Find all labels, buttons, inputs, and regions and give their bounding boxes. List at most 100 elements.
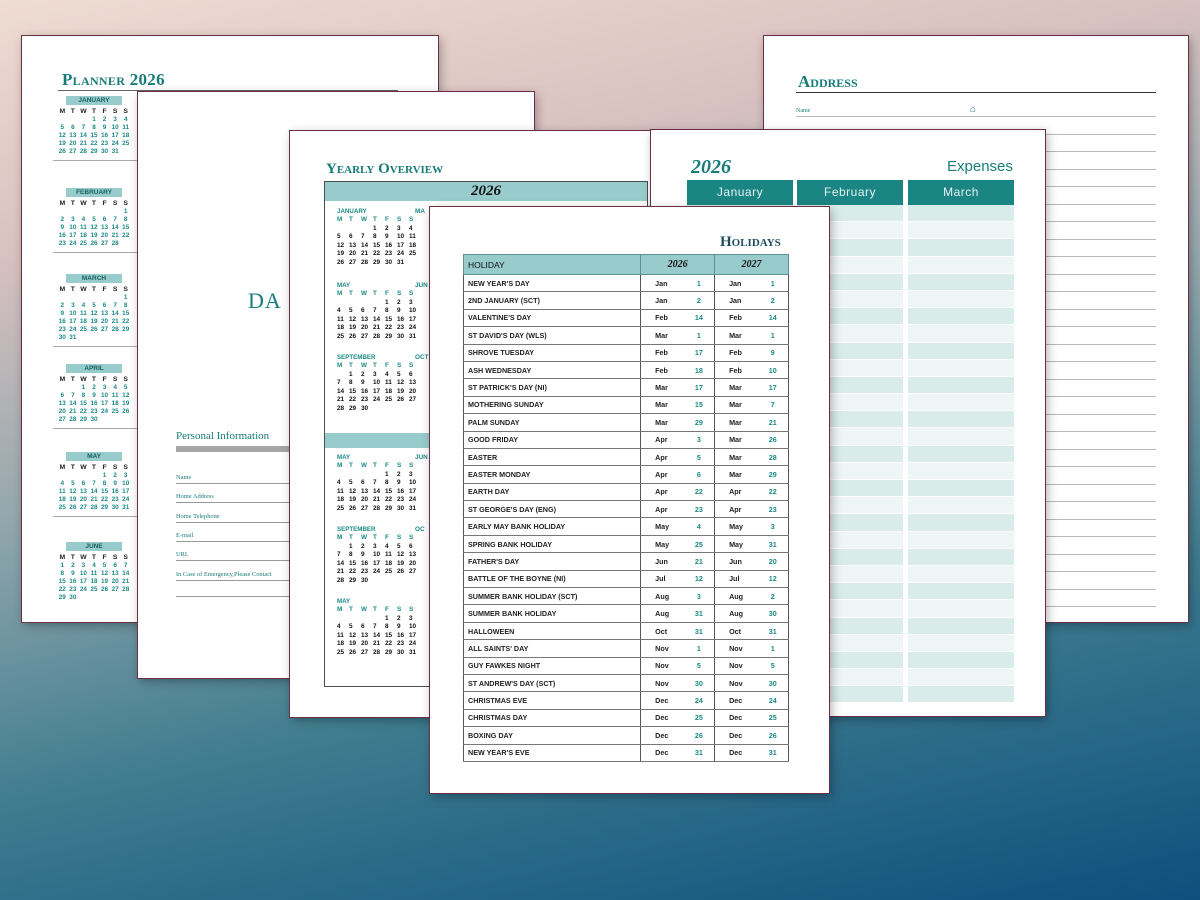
yearly-month-name: MAY — [337, 454, 351, 461]
expense-cell[interactable] — [908, 411, 1014, 429]
yearly-month-grid: M T W T F S S 1 2 3 4 5 6 7 8 9 10 11 12 13 14 15 16 17 18 19 20 21… — [337, 462, 421, 512]
day-2026: 31 — [683, 744, 715, 762]
day-number: 9 — [92, 392, 96, 399]
day-2026: 25 — [683, 535, 715, 554]
day-number: 23 — [397, 324, 405, 331]
expense-cell[interactable] — [908, 497, 1014, 515]
expense-cell[interactable] — [908, 583, 1014, 601]
weekday-label: M — [337, 216, 343, 223]
planner-month: FEBRUARY M T W T F S S 1 2 3 4 5 6 7 8 9 10 11 12 13 14 15 16 17… — [53, 188, 137, 253]
expense-cell[interactable] — [908, 428, 1014, 446]
blank-day — [68, 116, 79, 123]
weekday-label: S — [112, 376, 118, 383]
yearly-title: Yearly Overview — [326, 161, 444, 177]
day-number: 2 — [113, 472, 117, 479]
day-number: 23 — [90, 408, 98, 415]
expense-cell[interactable] — [908, 342, 1014, 360]
day-number: 15 — [122, 224, 130, 231]
day-number: 7 — [361, 233, 365, 240]
expense-cell[interactable] — [908, 651, 1014, 670]
day-number: 20 — [101, 318, 109, 325]
weekday-label: M — [59, 376, 66, 383]
day-number: 11 — [409, 233, 416, 240]
blank-day — [89, 472, 100, 479]
month-2026: Jan — [640, 274, 684, 293]
day-number: 25 — [385, 568, 393, 575]
day-number: 24 — [373, 396, 381, 403]
day-number: 18 — [58, 496, 66, 503]
holiday-row: EASTER Apr 5 Mar 28 — [462, 448, 789, 467]
expense-cell[interactable] — [908, 376, 1014, 395]
expense-cell[interactable] — [908, 256, 1014, 274]
expense-cell[interactable] — [908, 548, 1014, 566]
day-number: 1 — [385, 470, 389, 478]
day-number: 13 — [361, 631, 369, 639]
day-2027: 22 — [757, 483, 789, 502]
expense-cell[interactable] — [908, 222, 1014, 240]
day-number: 7 — [337, 379, 341, 386]
day-number: 28 — [337, 404, 345, 412]
planner-month-name: APRIL — [66, 364, 122, 373]
day-number: 17 — [79, 578, 87, 585]
blank-day — [78, 116, 89, 123]
day-number: 8 — [81, 392, 86, 399]
weekday-label: T — [373, 534, 377, 541]
expense-cell[interactable] — [908, 600, 1014, 618]
day-number: 13 — [111, 570, 119, 577]
planner-month: JUNE M T W T F S S 1 2 3 4 5 6 7 8 9 10 11 12 13 14 15 16 17 18 19… — [57, 542, 131, 601]
day-number: 2 — [92, 384, 96, 391]
expense-cell[interactable] — [908, 462, 1014, 480]
day-number: 3 — [409, 470, 413, 478]
day-number: 18 — [90, 578, 98, 585]
day-number: 8 — [349, 551, 353, 558]
expense-cell[interactable] — [908, 273, 1014, 291]
expense-cell[interactable] — [908, 394, 1014, 412]
weekday-label: W — [80, 554, 87, 561]
day-number: 4 — [81, 216, 86, 223]
day-number: 21 — [111, 318, 119, 325]
day-number: 5 — [71, 480, 75, 487]
weekday-label: F — [102, 376, 107, 383]
day-number: 5 — [92, 302, 96, 309]
day-2027: 30 — [757, 604, 789, 623]
expense-cell[interactable] — [908, 686, 1014, 704]
expense-cell[interactable] — [908, 565, 1014, 584]
expense-cell[interactable] — [908, 445, 1014, 463]
day-number: 27 — [58, 416, 66, 423]
holiday-row: ALL SAINTS' DAY Nov 1 Nov 1 — [462, 639, 789, 658]
planner-month-name: MAY — [66, 452, 122, 461]
expense-cell[interactable] — [908, 669, 1014, 687]
expense-cell[interactable] — [908, 290, 1014, 309]
day-number: 2 — [361, 370, 365, 378]
expense-cell[interactable] — [908, 480, 1014, 498]
day-2026: 15 — [683, 396, 715, 415]
day-number: 15 — [101, 488, 109, 495]
day-number: 1 — [349, 370, 353, 378]
day-number: 8 — [123, 216, 128, 223]
day-number: 31 — [122, 504, 130, 511]
day-number: 9 — [361, 379, 365, 386]
holiday-column-header: HOLIDAY — [462, 254, 642, 275]
day-2027: 31 — [757, 535, 789, 554]
day-number: 15 — [58, 578, 66, 585]
expense-cell[interactable] — [908, 359, 1014, 377]
expense-cell[interactable] — [908, 308, 1014, 326]
month-2026: Dec — [640, 726, 684, 745]
yearly-month: JANUARY M T W T F S S 1 2 3 4 5 6 7 8 9 10 11 12 13 14 15 16 17 1… — [337, 208, 421, 266]
expense-cell[interactable] — [908, 325, 1014, 343]
expense-cell[interactable] — [908, 617, 1014, 635]
expense-cell[interactable] — [908, 634, 1014, 652]
month-2027: Aug — [714, 604, 758, 623]
holiday-name: BATTLE OF THE BOYNE (NI) — [462, 570, 641, 589]
expense-cell[interactable] — [908, 514, 1014, 532]
expense-cell[interactable] — [908, 531, 1014, 549]
holiday-row: SUMMER BANK HOLIDAY (SCT) Aug 3 Aug 2 — [462, 587, 789, 606]
expense-cell[interactable] — [908, 205, 1014, 223]
day-2027: 5 — [757, 657, 789, 675]
day-number: 30 — [58, 334, 66, 341]
day-number: 10 — [409, 307, 417, 314]
day-2026: 29 — [683, 413, 715, 432]
holiday-name: MOTHERING SUNDAY — [462, 396, 641, 415]
day-number: 9 — [102, 124, 107, 131]
expense-cell[interactable] — [908, 239, 1014, 257]
